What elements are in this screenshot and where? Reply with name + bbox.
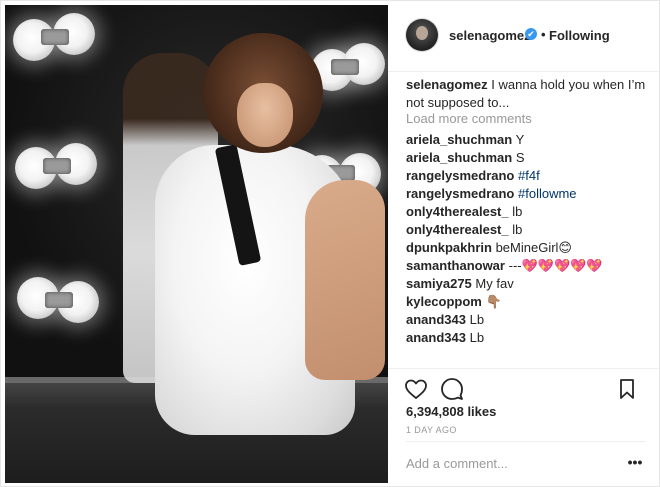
bulb-fixture bbox=[41, 29, 69, 45]
comment-username[interactable]: samanthanowar bbox=[406, 258, 505, 273]
post-timestamp[interactable]: 1 DAY AGO bbox=[406, 425, 457, 435]
caption-username[interactable]: selenagomez bbox=[406, 77, 488, 92]
comment-text: lb bbox=[512, 204, 523, 219]
comment-username[interactable]: rangelysmedrano bbox=[406, 168, 514, 183]
comment-item: ariela_shuchman Y bbox=[406, 131, 524, 149]
comment-username[interactable]: kylecoppom bbox=[406, 294, 482, 309]
post-actions: 6,394,808 likes 1 DAY AGO ••• bbox=[388, 368, 659, 487]
face bbox=[237, 83, 293, 147]
comment-text: beMineGirl😊 bbox=[495, 240, 572, 255]
comment-item: only4therealest_ lb bbox=[406, 203, 522, 221]
comment-username[interactable]: ariela_shuchman bbox=[406, 150, 512, 165]
speech-bubble-icon[interactable] bbox=[440, 377, 464, 401]
header-separator: • bbox=[541, 27, 546, 42]
comment-username[interactable]: only4therealest_ bbox=[406, 222, 509, 237]
like-count[interactable]: 6,394,808 likes bbox=[406, 404, 496, 419]
follow-status-button[interactable]: Following bbox=[549, 28, 610, 43]
comment-text: ---💖💖💖💖💖 bbox=[508, 258, 603, 273]
load-more-comments-link[interactable]: Load more comments bbox=[406, 111, 532, 126]
add-comment-bar: ••• bbox=[406, 441, 646, 486]
comment-text: Lb bbox=[469, 312, 485, 327]
comment-username[interactable]: only4therealest_ bbox=[406, 204, 509, 219]
verified-badge-icon: ✔ bbox=[525, 28, 537, 40]
comment-username[interactable]: rangelysmedrano bbox=[406, 186, 514, 201]
more-options-icon[interactable]: ••• bbox=[625, 454, 645, 470]
comment-username[interactable]: ariela_shuchman bbox=[406, 132, 512, 147]
comment-item: ariela_shuchman S bbox=[406, 149, 525, 167]
comment-hashtag-link[interactable]: #followme bbox=[518, 186, 577, 201]
comment-text: 👇🏽 bbox=[485, 294, 502, 309]
comment-item: anand343 Lb bbox=[406, 329, 484, 347]
comment-item: dpunkpakhrin beMineGirl😊 bbox=[406, 239, 572, 257]
comment-item: samiya275 My fav bbox=[406, 275, 514, 293]
comment-hashtag-link[interactable]: #f4f bbox=[518, 168, 540, 183]
comment-item: rangelysmedrano #followme bbox=[406, 185, 577, 203]
comment-item: rangelysmedrano #f4f bbox=[406, 167, 540, 185]
post-photo[interactable] bbox=[5, 5, 388, 483]
post-header: selenagomez ✔ • Following bbox=[388, 1, 659, 72]
comment-text: S bbox=[515, 150, 525, 165]
comment-text: My fav bbox=[475, 276, 514, 291]
bulb-fixture bbox=[45, 292, 73, 308]
instagram-post: selenagomez ✔ • Following selenagomez I … bbox=[0, 0, 660, 487]
comment-username[interactable]: dpunkpakhrin bbox=[406, 240, 492, 255]
header-username[interactable]: selenagomez bbox=[449, 28, 531, 43]
legs bbox=[305, 180, 385, 380]
comments-list[interactable]: selenagomez I wanna hold you when I’m no… bbox=[388, 71, 659, 368]
post-sidebar: selenagomez ✔ • Following selenagomez I … bbox=[388, 1, 659, 486]
comment-item: kylecoppom 👇🏽 bbox=[406, 293, 502, 311]
comment-text: Y bbox=[515, 132, 525, 147]
comment-text: lb bbox=[512, 222, 523, 237]
heart-icon[interactable] bbox=[404, 377, 428, 401]
comment-text: Lb bbox=[469, 330, 485, 345]
comment-username[interactable]: anand343 bbox=[406, 312, 466, 327]
avatar[interactable] bbox=[406, 19, 438, 51]
comment-item: samanthanowar ---💖💖💖💖💖 bbox=[406, 257, 603, 275]
comment-username[interactable]: samiya275 bbox=[406, 276, 472, 291]
post-caption: selenagomez I wanna hold you when I’m no… bbox=[406, 76, 646, 112]
comment-item: only4therealest_ lb bbox=[406, 221, 522, 239]
comment-item: anand343 Lb bbox=[406, 311, 484, 329]
add-comment-input[interactable] bbox=[406, 453, 606, 473]
bulb-fixture bbox=[43, 158, 71, 174]
avatar-face bbox=[416, 26, 428, 40]
bulb-fixture bbox=[331, 59, 359, 75]
comment-username[interactable]: anand343 bbox=[406, 330, 466, 345]
bookmark-icon[interactable] bbox=[615, 377, 639, 401]
